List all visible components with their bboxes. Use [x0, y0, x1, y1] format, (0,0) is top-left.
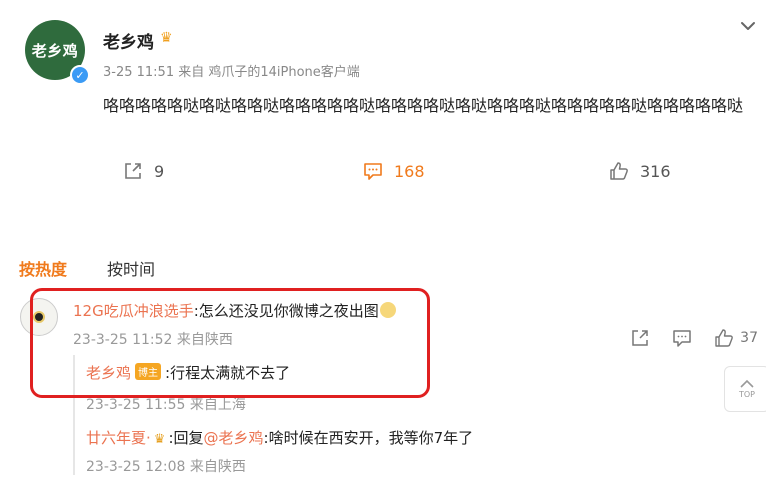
- repost-button[interactable]: 9: [122, 160, 164, 182]
- verified-badge-icon: ✓: [70, 65, 90, 85]
- highlight-annotation-box: [30, 288, 430, 398]
- like-button[interactable]: 316: [608, 160, 671, 182]
- reply-text: :啥时候在西安开，我等你7年了: [263, 429, 474, 447]
- tab-sort-hot[interactable]: 按热度: [19, 256, 67, 280]
- comment-icon[interactable]: [672, 328, 692, 348]
- back-to-top-button[interactable]: TOP: [724, 366, 766, 412]
- like-count: 316: [640, 161, 671, 181]
- post-author-name[interactable]: 老乡鸡: [103, 28, 154, 53]
- comment-like-count: 37: [740, 330, 758, 346]
- vip-crown-icon: ♛: [160, 30, 173, 46]
- reply-meta: 23-3-25 12:08 来自陕西: [86, 459, 246, 475]
- reply-line: 廿六年夏· ♛:回复@老乡鸡:啥时候在西安开，我等你7年了: [86, 427, 473, 448]
- mention-link[interactable]: @老乡鸡: [204, 429, 264, 447]
- avatar-label: 老乡鸡: [31, 41, 79, 60]
- repost-count: 9: [154, 161, 165, 181]
- comment-count: 168: [394, 161, 425, 181]
- tab-sort-time[interactable]: 按时间: [107, 256, 155, 280]
- thumbs-up-icon: [610, 162, 628, 180]
- chevron-up-icon: [740, 379, 754, 388]
- post-text: 咯咯咯咯咯哒咯哒咯咯哒咯咯咯咯咯哒咯咯咯咯哒咯哒咯咯咯哒咯咯咯咯咯哒咯咯咯咯咯哒: [103, 96, 744, 115]
- crown-icon: ♛: [153, 432, 166, 447]
- thumbs-up-icon: [715, 329, 734, 347]
- comment-icon: [364, 163, 382, 180]
- back-to-top-label: TOP: [738, 390, 755, 399]
- post-meta: 3-25 11:51 来自 鸡爪子的14iPhone客户端: [103, 65, 360, 80]
- repost-icon: [125, 163, 141, 179]
- chevron-down-icon[interactable]: [738, 16, 758, 36]
- reply-prefix: :回复: [168, 429, 204, 447]
- comment-like-button[interactable]: 37: [714, 328, 758, 348]
- repost-icon[interactable]: [630, 328, 650, 348]
- reply-author-name[interactable]: 廿六年夏·: [86, 429, 151, 447]
- comment-actions: 37: [630, 328, 758, 348]
- comment-button[interactable]: 168: [362, 160, 425, 182]
